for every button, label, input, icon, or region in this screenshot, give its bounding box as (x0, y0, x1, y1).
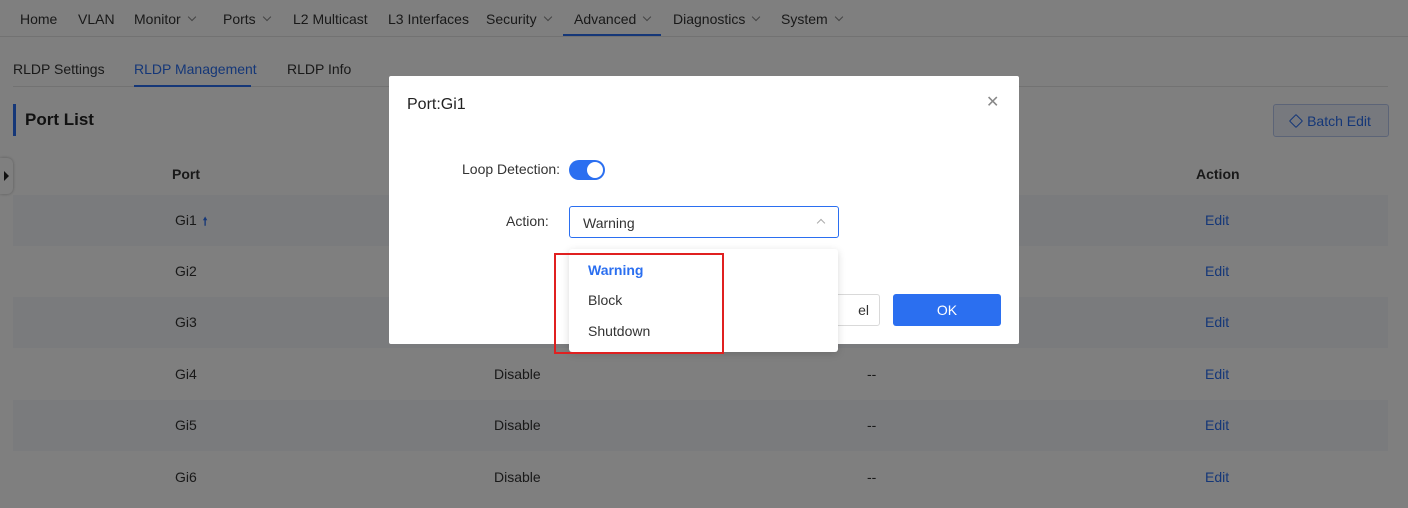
highlight-annotation-box (554, 253, 724, 354)
action-label: Action: (506, 213, 549, 229)
ok-button[interactable]: OK (893, 294, 1001, 326)
toggle-knob (587, 162, 603, 178)
action-select-value: Warning (583, 215, 635, 231)
loop-detection-label: Loop Detection: (462, 161, 561, 177)
chevron-up-icon (816, 218, 826, 228)
action-select[interactable]: Warning (569, 206, 839, 238)
dialog-title: Port:Gi1 (407, 96, 466, 113)
loop-detection-toggle[interactable] (569, 160, 605, 180)
close-icon[interactable]: ✕ (986, 92, 999, 112)
